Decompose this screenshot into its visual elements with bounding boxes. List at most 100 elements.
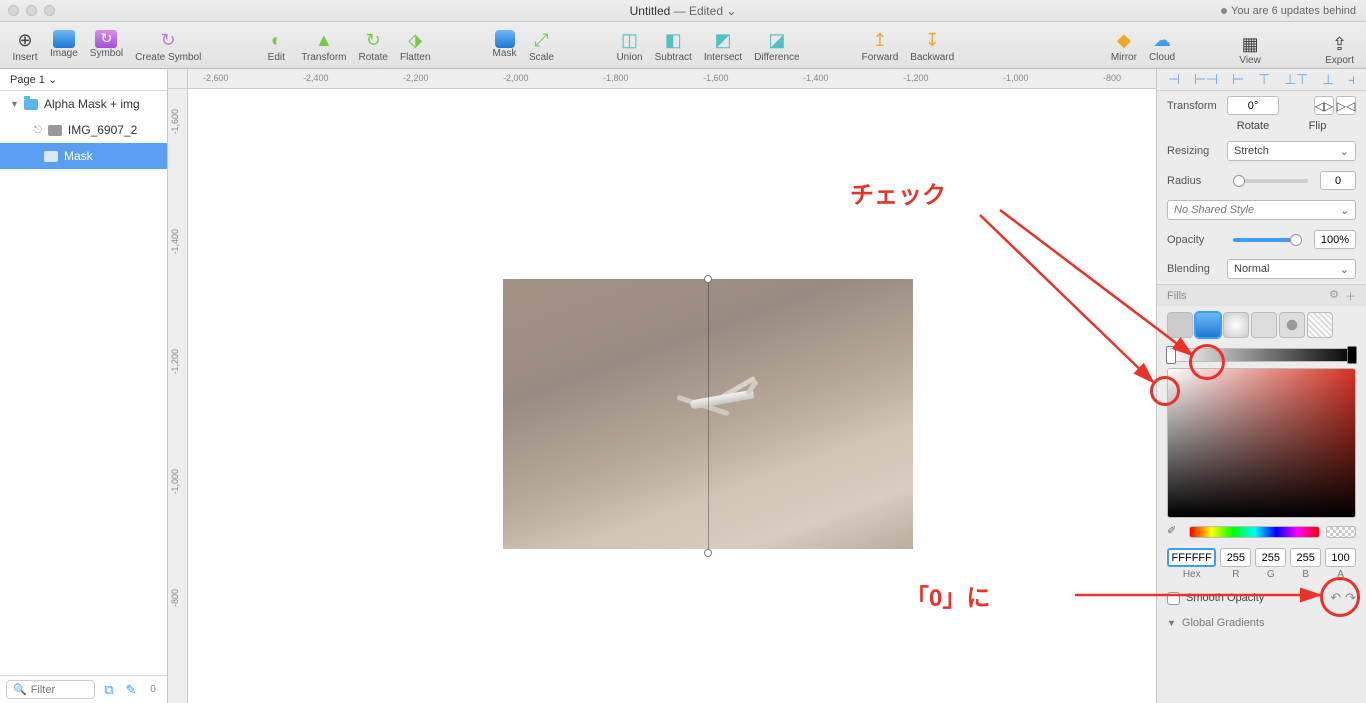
a-input[interactable] — [1325, 548, 1356, 567]
gradient-bar[interactable] — [1167, 348, 1356, 362]
backward-button[interactable]: ↧Backward — [904, 26, 960, 65]
eyedropper-icon[interactable]: ✐ — [1167, 524, 1183, 540]
gradient-handle-end[interactable] — [704, 549, 712, 557]
align-center-h-icon[interactable]: ⊢⊣ — [1194, 71, 1218, 88]
difference-button[interactable]: ◪Difference — [748, 26, 805, 65]
canvas[interactable] — [188, 89, 1156, 703]
gradient-stop-left[interactable] — [1166, 346, 1176, 364]
radius-label: Radius — [1167, 175, 1221, 187]
ruler-origin — [168, 69, 188, 89]
insert-button[interactable]: ⊕Insert — [6, 26, 44, 65]
redo-icon[interactable]: ↷ — [1345, 590, 1356, 606]
blending-label: Blending — [1167, 263, 1221, 275]
fill-type-pattern[interactable] — [1279, 312, 1305, 338]
canvas-area: -2,600 -2,400 -2,200 -2,000 -1,800 -1,60… — [168, 69, 1156, 703]
alignment-tools[interactable]: ⊣ ⊢⊣ ⊢ ⊤ ⊥⊤ ⊥ ⫞ — [1157, 69, 1366, 91]
fill-type-radial[interactable] — [1223, 312, 1249, 338]
inspector: ⊣ ⊢⊣ ⊢ ⊤ ⊥⊤ ⊥ ⫞ Transform ◁▷ ▷◁ RotateFl… — [1156, 69, 1366, 703]
color-picker-area[interactable] — [1167, 368, 1356, 518]
fill-type-noise[interactable] — [1307, 312, 1333, 338]
forward-button[interactable]: ↥Forward — [856, 26, 905, 65]
opacity-slider[interactable] — [1233, 238, 1302, 242]
flip-sublabel: Flip — [1279, 120, 1356, 132]
union-button[interactable]: ◫Union — [610, 26, 648, 65]
window-titlebar: Untitled — Edited ⌄ You are 6 updates be… — [0, 0, 1366, 22]
toolbar: ⊕Insert Image ↻Symbol ↻Create Symbol ◐Ed… — [0, 22, 1366, 69]
sidebar-count: 0 — [145, 682, 161, 698]
flip-v-button[interactable]: ▷◁ — [1336, 96, 1356, 115]
rotate-button[interactable]: ↻Rotate — [353, 26, 394, 65]
mirror-button[interactable]: ◆Mirror — [1105, 26, 1143, 65]
align-left-icon[interactable]: ⊣ — [1168, 71, 1180, 88]
flip-h-button[interactable]: ◁▷ — [1314, 96, 1334, 115]
rotate-input[interactable] — [1227, 96, 1279, 115]
traffic-lights[interactable] — [8, 5, 55, 16]
ruler-vertical: -1,600 -1,400 -1,200 -1,000 -800 — [168, 89, 188, 703]
image-button[interactable]: Image — [44, 26, 84, 61]
fills-add-icon[interactable]: ＋ — [1345, 288, 1356, 304]
cloud-button[interactable]: ☁Cloud — [1143, 26, 1181, 65]
intersect-button[interactable]: ◩Intersect — [698, 26, 748, 65]
fill-type-angular[interactable] — [1251, 312, 1277, 338]
transform-button[interactable]: ▲Transform — [295, 26, 352, 65]
create-symbol-button[interactable]: ↻Create Symbol — [129, 26, 207, 65]
transform-label: Transform — [1167, 100, 1221, 112]
updates-notice[interactable]: You are 6 updates behind — [1221, 5, 1356, 17]
symbol-button[interactable]: ↻Symbol — [84, 26, 129, 61]
hex-input[interactable] — [1167, 548, 1216, 567]
undo-icon[interactable]: ↶ — [1330, 590, 1341, 606]
export-button[interactable]: ⇪Export — [1319, 22, 1360, 68]
blending-select[interactable]: Normal — [1227, 259, 1356, 279]
fills-section-header: Fills ⚙＋ — [1157, 284, 1366, 306]
align-center-v-icon[interactable]: ⊥⊤ — [1284, 71, 1308, 88]
mask-button[interactable]: Mask — [487, 26, 523, 61]
radius-slider[interactable] — [1233, 179, 1308, 183]
image-layer-icon — [48, 125, 62, 136]
flatten-button[interactable]: ⬗Flatten — [394, 26, 437, 65]
resizing-select[interactable]: Stretch — [1227, 141, 1356, 161]
gradient-stop-right[interactable] — [1347, 346, 1357, 364]
chevron-down-icon[interactable]: ▼ — [1167, 618, 1176, 628]
sidebar-tool1[interactable]: ⧉ — [101, 682, 117, 698]
sidebar-tool2[interactable]: ✎ — [123, 682, 139, 698]
rotate-sublabel: Rotate — [1227, 120, 1279, 132]
global-gradients-label[interactable]: Global Gradients — [1182, 617, 1265, 629]
opacity-label: Opacity — [1167, 234, 1221, 246]
shared-style-select[interactable]: No Shared Style — [1167, 200, 1356, 220]
filter-input[interactable]: 🔍 — [6, 680, 95, 699]
radius-input[interactable] — [1320, 171, 1356, 190]
scale-button[interactable]: ⤢Scale — [522, 26, 560, 65]
g-input[interactable] — [1255, 548, 1286, 567]
view-button[interactable]: ▦View — [1231, 22, 1269, 68]
resizing-label: Resizing — [1167, 145, 1221, 157]
subtract-button[interactable]: ◧Subtract — [649, 26, 698, 65]
layers-sidebar: Page 1 ⌄ ▼Alpha Mask + img ⎋IMG_6907_2 M… — [0, 69, 168, 703]
fills-gear-icon[interactable]: ⚙ — [1329, 288, 1339, 304]
window-title: Untitled — Edited ⌄ — [630, 4, 737, 18]
r-input[interactable] — [1220, 548, 1251, 567]
layers-tree: ▼Alpha Mask + img ⎋IMG_6907_2 Mask — [0, 91, 167, 675]
smooth-opacity-label: Smooth Opacity — [1186, 592, 1264, 604]
distribute-icon[interactable]: ⫞ — [1348, 71, 1355, 88]
fill-type-flat[interactable] — [1167, 312, 1193, 338]
sidebar-footer: 🔍 ⧉ ✎ 0 — [0, 675, 167, 703]
page-selector[interactable]: Page 1 ⌄ — [0, 69, 167, 91]
hue-slider[interactable] — [1189, 526, 1320, 538]
align-top-icon[interactable]: ⊤ — [1258, 71, 1270, 88]
edit-button[interactable]: ◐Edit — [257, 26, 295, 65]
smooth-opacity-checkbox[interactable] — [1167, 592, 1180, 605]
align-bottom-icon[interactable]: ⊥ — [1322, 71, 1334, 88]
b-input[interactable] — [1290, 548, 1321, 567]
alpha-preview — [1326, 526, 1356, 538]
ruler-horizontal: -2,600 -2,400 -2,200 -2,000 -1,800 -1,60… — [188, 69, 1156, 89]
search-icon: 🔍 — [13, 683, 27, 696]
gradient-axis[interactable] — [708, 279, 709, 553]
fill-type-linear[interactable] — [1195, 312, 1221, 338]
opacity-input[interactable] — [1314, 230, 1356, 249]
layer-image[interactable]: ⎋IMG_6907_2 — [0, 117, 167, 143]
link-icon: ⎋ — [34, 125, 42, 136]
layer-mask[interactable]: Mask — [0, 143, 167, 169]
gradient-handle-start[interactable] — [704, 275, 712, 283]
layer-group[interactable]: ▼Alpha Mask + img — [0, 91, 167, 117]
align-right-icon[interactable]: ⊢ — [1232, 71, 1244, 88]
